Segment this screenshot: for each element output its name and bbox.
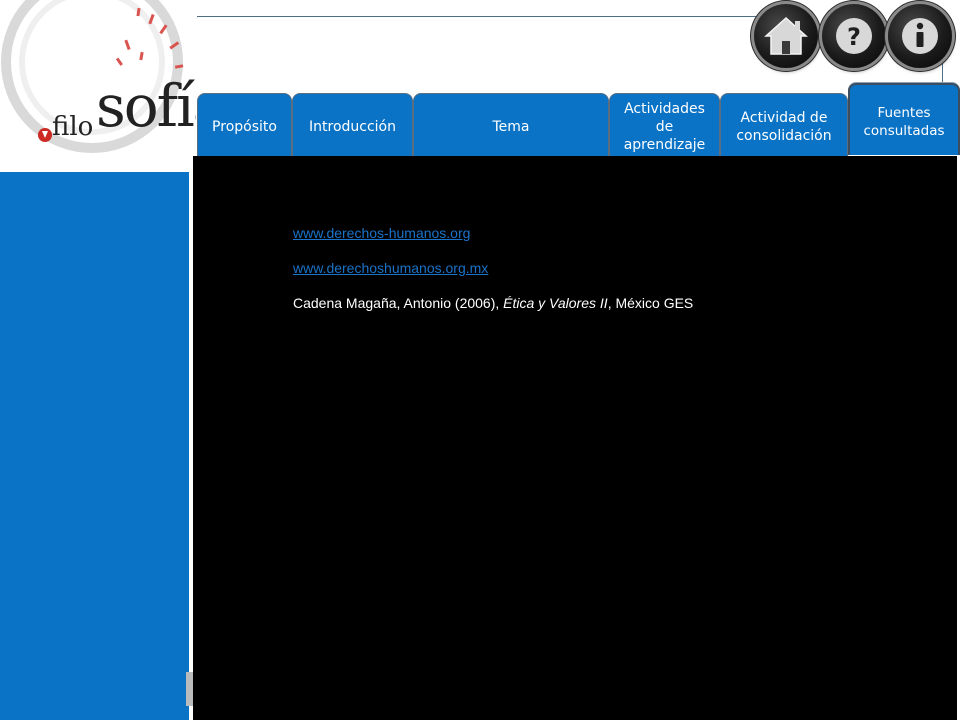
tab-actividades-aprendizaje[interactable]: Actividades de aprendizaje <box>609 93 720 156</box>
info-button[interactable] <box>888 4 952 68</box>
tab-label: Fuentes consultadas <box>863 105 945 139</box>
tab-tema[interactable]: Tema <box>413 93 609 156</box>
tab-introduccion[interactable]: Introducción <box>292 93 413 156</box>
reference-citation: Cadena Magaña, Antonio (2006), Ética y V… <box>293 294 693 312</box>
header-divider <box>197 16 757 17</box>
tab-proposito[interactable]: Propósito <box>197 93 292 156</box>
tab-label: Propósito <box>212 119 277 135</box>
tab-fuentes-consultadas[interactable]: Fuentes consultadas <box>848 83 960 155</box>
sidebar-panel <box>0 172 189 720</box>
main-content: www.derechos-humanos.org www.derechoshum… <box>193 156 957 720</box>
logo-prefix: filo <box>52 112 94 142</box>
tab-label: Actividad de consolidación <box>736 110 832 144</box>
logo-main: sofía <box>96 72 196 140</box>
help-button[interactable]: ? <box>822 4 886 68</box>
question-icon: ? <box>836 18 872 54</box>
citation-author: Cadena Magaña, Antonio (2006), <box>293 295 504 311</box>
tab-label: Tema <box>492 119 530 135</box>
sidebar-handle <box>186 672 193 706</box>
citation-publisher: , México GES <box>607 295 694 311</box>
home-button[interactable] <box>754 4 818 68</box>
svg-text:?: ? <box>847 23 861 51</box>
references-list: www.derechos-humanos.org www.derechoshum… <box>293 224 693 312</box>
tab-actividad-consolidacion[interactable]: Actividad de consolidación <box>720 93 848 156</box>
reference-link[interactable]: www.derechoshumanos.org.mx <box>293 259 693 277</box>
home-icon <box>764 16 808 55</box>
info-icon <box>902 18 938 54</box>
down-arrow-icon <box>38 128 52 142</box>
tab-label: Actividades de aprendizaje <box>623 101 706 153</box>
reference-link[interactable]: www.derechos-humanos.org <box>293 224 693 242</box>
citation-title: Ética y Valores II <box>503 295 608 311</box>
logo: filo sofía <box>0 0 196 172</box>
tab-label: Introducción <box>309 119 396 135</box>
